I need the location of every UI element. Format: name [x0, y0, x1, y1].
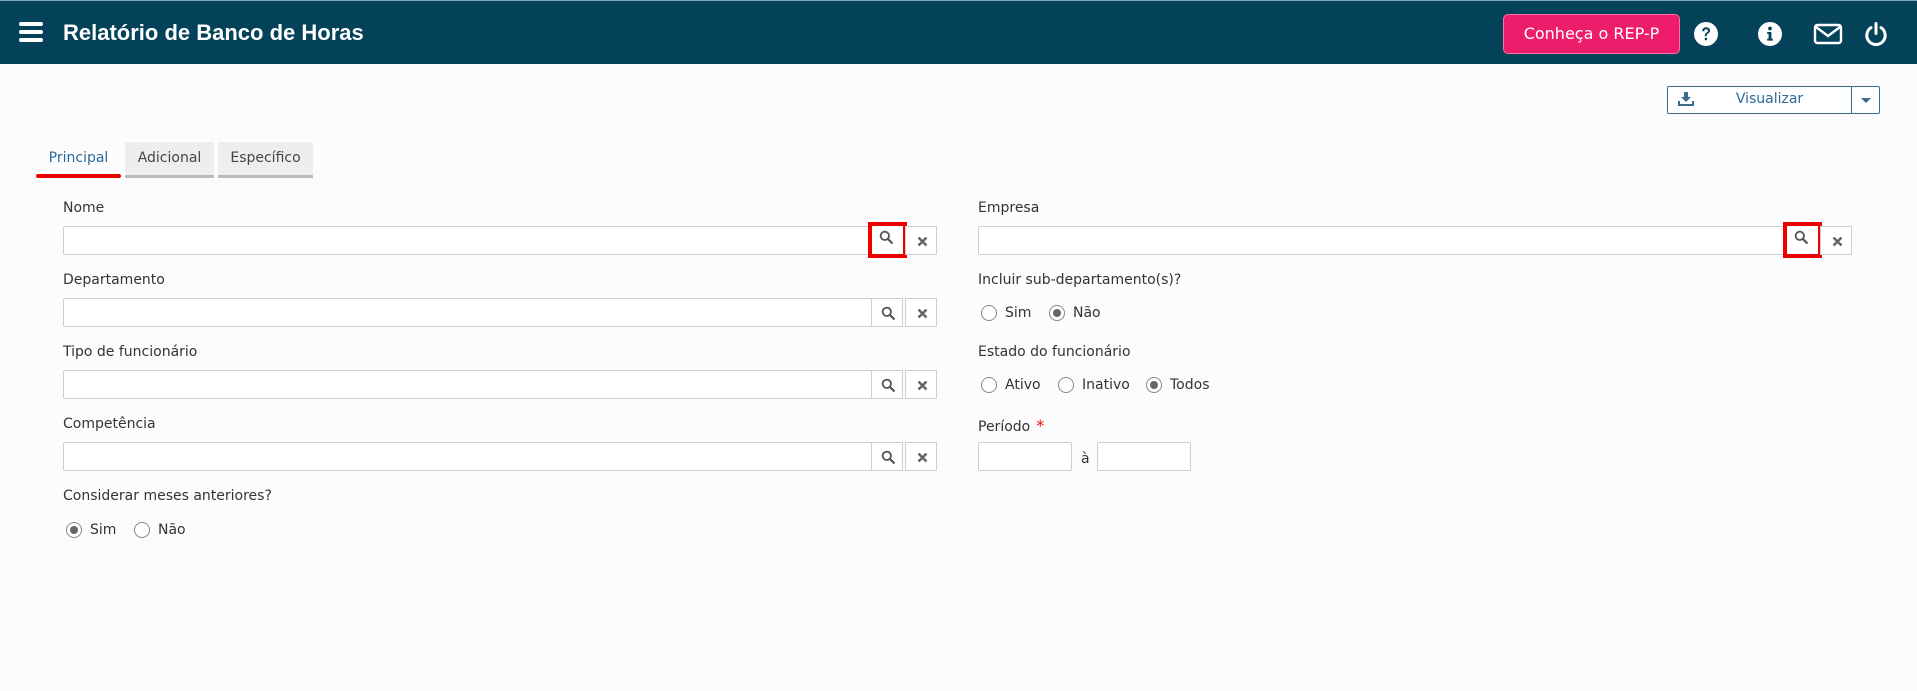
mail-icon[interactable]	[1813, 21, 1843, 47]
info-icon[interactable]	[1757, 21, 1783, 47]
nome-label: Nome	[63, 200, 105, 216]
competencia-clear-button[interactable]	[905, 442, 937, 471]
periodo-label: Período *	[978, 416, 1044, 435]
sub-departamento-label: Incluir sub-departamento(s)?	[978, 272, 1182, 288]
close-icon	[917, 236, 928, 247]
page-title: Relatório de Banco de Horas	[63, 20, 364, 45]
help-icon[interactable]	[1693, 21, 1719, 47]
radio-checked-icon	[1146, 377, 1162, 393]
close-icon	[917, 308, 928, 319]
radio-label: Sim	[90, 522, 117, 538]
required-marker: *	[1036, 416, 1045, 435]
tipo-funcionario-clear-button[interactable]	[905, 370, 937, 399]
search-icon	[881, 378, 895, 392]
departamento-label: Departamento	[63, 272, 165, 288]
hamburger-menu-icon[interactable]	[19, 22, 43, 42]
radio-unchecked-icon	[981, 305, 997, 321]
radio-label: Todos	[1170, 377, 1210, 393]
visualizar-split-button: Visualizar	[1667, 86, 1880, 114]
empresa-clear-button[interactable]	[1820, 226, 1852, 255]
empresa-input[interactable]	[978, 226, 1785, 255]
radio-unchecked-icon	[1058, 377, 1074, 393]
top-bar: Relatório de Banco de Horas Conheça o RE…	[0, 0, 1917, 64]
departamento-search-button[interactable]	[871, 298, 903, 327]
visualizar-label: Visualizar	[1735, 91, 1804, 107]
empresa-label: Empresa	[978, 200, 1040, 216]
radio-label: Não	[158, 522, 186, 538]
power-icon[interactable]	[1863, 21, 1889, 47]
empresa-search-button[interactable]	[1783, 222, 1822, 258]
close-icon	[1832, 236, 1843, 247]
radio-unchecked-icon	[981, 377, 997, 393]
tab-adicional[interactable]: Adicional	[125, 142, 214, 178]
radio-label: Não	[1073, 305, 1101, 321]
search-icon	[881, 306, 895, 320]
radio-label: Inativo	[1082, 377, 1130, 393]
periodo-label-text: Período	[978, 419, 1031, 435]
radio-checked-icon	[1049, 305, 1065, 321]
periodo-end-input[interactable]	[1097, 442, 1191, 471]
periodo-separator: à	[1081, 451, 1090, 467]
competencia-label: Competência	[63, 416, 156, 432]
nome-search-button[interactable]	[868, 222, 907, 258]
tipo-funcionario-input[interactable]	[63, 370, 872, 399]
departamento-input[interactable]	[63, 298, 872, 327]
tipo-funcionario-label: Tipo de funcionário	[63, 344, 198, 360]
close-icon	[917, 380, 928, 391]
meses-anteriores-label: Considerar meses anteriores?	[63, 488, 272, 504]
radio-checked-icon	[66, 522, 82, 538]
search-icon	[881, 450, 895, 464]
radio-label: Sim	[1005, 305, 1032, 321]
departamento-clear-button[interactable]	[905, 298, 937, 327]
tab-principal[interactable]: Principal	[36, 142, 121, 178]
conheca-rep-p-button[interactable]: Conheça o REP-P	[1503, 14, 1680, 54]
close-icon	[917, 452, 928, 463]
nome-input[interactable]	[63, 226, 870, 255]
radio-label: Ativo	[1005, 377, 1041, 393]
tipo-funcionario-search-button[interactable]	[871, 370, 903, 399]
tab-especifico[interactable]: Específico	[218, 142, 313, 178]
estado-funcionario-label: Estado do funcionário	[978, 344, 1131, 360]
nome-clear-button[interactable]	[905, 226, 937, 255]
radio-unchecked-icon	[134, 522, 150, 538]
periodo-start-input[interactable]	[978, 442, 1072, 471]
caret-down-icon[interactable]	[1851, 87, 1879, 113]
competencia-input[interactable]	[63, 442, 872, 471]
search-icon	[879, 230, 893, 244]
visualizar-button[interactable]: Visualizar	[1668, 87, 1851, 113]
competencia-search-button[interactable]	[871, 442, 903, 471]
search-icon	[1794, 230, 1808, 244]
